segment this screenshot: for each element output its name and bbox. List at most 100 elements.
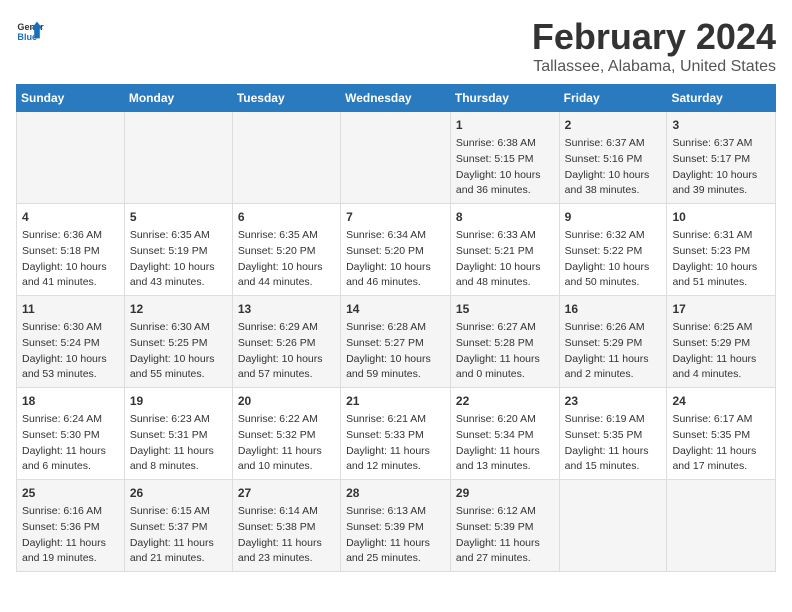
day-number: 26 <box>130 484 227 502</box>
day-info: Sunrise: 6:24 AMSunset: 5:30 PMDaylight:… <box>22 412 119 475</box>
day-number: 17 <box>672 300 770 318</box>
calendar-cell: 9Sunrise: 6:32 AMSunset: 5:22 PMDaylight… <box>559 204 667 296</box>
calendar-cell: 15 Sunrise: 6:27 AMSunset: 5:28 PMDayligh… <box>450 296 559 388</box>
week-row-4: 25 Sunrise: 6:16 AMSunset: 5:36 PMDayligh… <box>17 480 776 572</box>
calendar-cell: 13 Sunrise: 6:29 AMSunset: 5:26 PMDayligh… <box>232 296 340 388</box>
title-area: February 2024 Tallassee, Alabama, United… <box>532 16 776 76</box>
day-info: Sunrise: 6:19 AMSunset: 5:35 PMDaylight:… <box>565 412 662 475</box>
day-number: 25 <box>22 484 119 502</box>
day-number: 14 <box>346 300 445 318</box>
header-day-thursday: Thursday <box>450 85 559 112</box>
calendar-cell <box>17 112 125 204</box>
calendar-cell: 8 Sunrise: 6:33 AMSunset: 5:21 PMDaylight… <box>450 204 559 296</box>
day-number: 12 <box>130 300 227 318</box>
day-info: Sunrise: 6:35 AMSunset: 5:20 PMDaylight:… <box>238 228 335 291</box>
day-number: 10 <box>672 208 770 226</box>
week-row-3: 18 Sunrise: 6:24 AMSunset: 5:30 PMDayligh… <box>17 388 776 480</box>
calendar-cell: 3 Sunrise: 6:37 AMSunset: 5:17 PMDaylight… <box>667 112 776 204</box>
logo-icon: General Blue <box>16 16 44 44</box>
calendar-cell: 19Sunrise: 6:23 AMSunset: 5:31 PMDayligh… <box>124 388 232 480</box>
calendar-cell: 4 Sunrise: 6:36 AMSunset: 5:18 PMDaylight… <box>17 204 125 296</box>
day-info: Sunrise: 6:14 AMSunset: 5:38 PMDaylight:… <box>238 504 335 567</box>
calendar-cell: 5Sunrise: 6:35 AMSunset: 5:19 PMDaylight… <box>124 204 232 296</box>
day-number: 20 <box>238 392 335 410</box>
day-number: 18 <box>22 392 119 410</box>
day-info: Sunrise: 6:37 AMSunset: 5:16 PMDaylight:… <box>565 136 662 199</box>
header-day-sunday: Sunday <box>17 85 125 112</box>
header: General Blue February 2024 Tallassee, Al… <box>16 16 776 76</box>
day-number: 27 <box>238 484 335 502</box>
day-info: Sunrise: 6:26 AMSunset: 5:29 PMDaylight:… <box>565 320 662 383</box>
day-info: Sunrise: 6:27 AMSunset: 5:28 PMDaylight:… <box>456 320 554 383</box>
day-number: 16 <box>565 300 662 318</box>
calendar-cell <box>559 480 667 572</box>
calendar-cell: 12 Sunrise: 6:30 AMSunset: 5:25 PMDayligh… <box>124 296 232 388</box>
calendar-cell: 21Sunrise: 6:21 AMSunset: 5:33 PMDayligh… <box>341 388 451 480</box>
calendar-table: SundayMondayTuesdayWednesdayThursdayFrid… <box>16 84 776 572</box>
day-number: 29 <box>456 484 554 502</box>
calendar-cell: 17 Sunrise: 6:25 AMSunset: 5:29 PMDayligh… <box>667 296 776 388</box>
day-info: Sunrise: 6:12 AMSunset: 5:39 PMDaylight:… <box>456 504 554 567</box>
calendar-cell: 25 Sunrise: 6:16 AMSunset: 5:36 PMDayligh… <box>17 480 125 572</box>
subtitle: Tallassee, Alabama, United States <box>532 58 776 76</box>
day-number: 4 <box>22 208 119 226</box>
week-row-1: 4 Sunrise: 6:36 AMSunset: 5:18 PMDaylight… <box>17 204 776 296</box>
header-day-friday: Friday <box>559 85 667 112</box>
day-number: 7 <box>346 208 445 226</box>
calendar-cell: 26 Sunrise: 6:15 AMSunset: 5:37 PMDayligh… <box>124 480 232 572</box>
day-info: Sunrise: 6:28 AMSunset: 5:27 PMDaylight:… <box>346 320 445 383</box>
day-number: 21 <box>346 392 445 410</box>
calendar-cell <box>232 112 340 204</box>
calendar-cell: 24 Sunrise: 6:17 AMSunset: 5:35 PMDayligh… <box>667 388 776 480</box>
day-info: Sunrise: 6:36 AMSunset: 5:18 PMDaylight:… <box>22 228 119 291</box>
day-info: Sunrise: 6:30 AMSunset: 5:25 PMDaylight:… <box>130 320 227 383</box>
week-row-2: 11Sunrise: 6:30 AMSunset: 5:24 PMDayligh… <box>17 296 776 388</box>
day-info: Sunrise: 6:17 AMSunset: 5:35 PMDaylight:… <box>672 412 770 475</box>
day-number: 6 <box>238 208 335 226</box>
calendar-cell: 1 Sunrise: 6:38 AMSunset: 5:15 PMDaylight… <box>450 112 559 204</box>
day-number: 22 <box>456 392 554 410</box>
calendar-cell: 11Sunrise: 6:30 AMSunset: 5:24 PMDayligh… <box>17 296 125 388</box>
day-info: Sunrise: 6:13 AMSunset: 5:39 PMDaylight:… <box>346 504 445 567</box>
main-title: February 2024 <box>532 16 776 58</box>
calendar-cell: 2 Sunrise: 6:37 AMSunset: 5:16 PMDaylight… <box>559 112 667 204</box>
calendar-cell: 23 Sunrise: 6:19 AMSunset: 5:35 PMDayligh… <box>559 388 667 480</box>
day-info: Sunrise: 6:29 AMSunset: 5:26 PMDaylight:… <box>238 320 335 383</box>
day-info: Sunrise: 6:16 AMSunset: 5:36 PMDaylight:… <box>22 504 119 567</box>
day-number: 19 <box>130 392 227 410</box>
calendar-cell: 22 Sunrise: 6:20 AMSunset: 5:34 PMDayligh… <box>450 388 559 480</box>
header-row: SundayMondayTuesdayWednesdayThursdayFrid… <box>17 85 776 112</box>
header-day-monday: Monday <box>124 85 232 112</box>
day-number: 23 <box>565 392 662 410</box>
day-info: Sunrise: 6:32 AMSunset: 5:22 PMDaylight:… <box>565 228 662 291</box>
day-info: Sunrise: 6:33 AMSunset: 5:21 PMDaylight:… <box>456 228 554 291</box>
day-info: Sunrise: 6:34 AMSunset: 5:20 PMDaylight:… <box>346 228 445 291</box>
day-info: Sunrise: 6:15 AMSunset: 5:37 PMDaylight:… <box>130 504 227 567</box>
day-number: 24 <box>672 392 770 410</box>
calendar-cell: 20 Sunrise: 6:22 AMSunset: 5:32 PMDayligh… <box>232 388 340 480</box>
day-info: Sunrise: 6:25 AMSunset: 5:29 PMDaylight:… <box>672 320 770 383</box>
calendar-cell: 7 Sunrise: 6:34 AMSunset: 5:20 PMDaylight… <box>341 204 451 296</box>
day-number: 8 <box>456 208 554 226</box>
day-info: Sunrise: 6:37 AMSunset: 5:17 PMDaylight:… <box>672 136 770 199</box>
day-info: Sunrise: 6:38 AMSunset: 5:15 PMDaylight:… <box>456 136 554 199</box>
calendar-cell: 6 Sunrise: 6:35 AMSunset: 5:20 PMDaylight… <box>232 204 340 296</box>
header-day-tuesday: Tuesday <box>232 85 340 112</box>
calendar-cell: 29 Sunrise: 6:12 AMSunset: 5:39 PMDayligh… <box>450 480 559 572</box>
day-info: Sunrise: 6:20 AMSunset: 5:34 PMDaylight:… <box>456 412 554 475</box>
day-number: 13 <box>238 300 335 318</box>
day-info: Sunrise: 6:30 AMSunset: 5:24 PMDaylight:… <box>22 320 119 383</box>
day-number: 2 <box>565 116 662 134</box>
day-number: 1 <box>456 116 554 134</box>
calendar-cell: 27 Sunrise: 6:14 AMSunset: 5:38 PMDayligh… <box>232 480 340 572</box>
calendar-cell: 28Sunrise: 6:13 AMSunset: 5:39 PMDayligh… <box>341 480 451 572</box>
day-number: 5 <box>130 208 227 226</box>
day-number: 3 <box>672 116 770 134</box>
calendar-cell: 10Sunrise: 6:31 AMSunset: 5:23 PMDayligh… <box>667 204 776 296</box>
logo: General Blue <box>16 16 44 44</box>
calendar-cell <box>667 480 776 572</box>
calendar-cell <box>341 112 451 204</box>
day-info: Sunrise: 6:22 AMSunset: 5:32 PMDaylight:… <box>238 412 335 475</box>
week-row-0: 1 Sunrise: 6:38 AMSunset: 5:15 PMDaylight… <box>17 112 776 204</box>
day-number: 15 <box>456 300 554 318</box>
